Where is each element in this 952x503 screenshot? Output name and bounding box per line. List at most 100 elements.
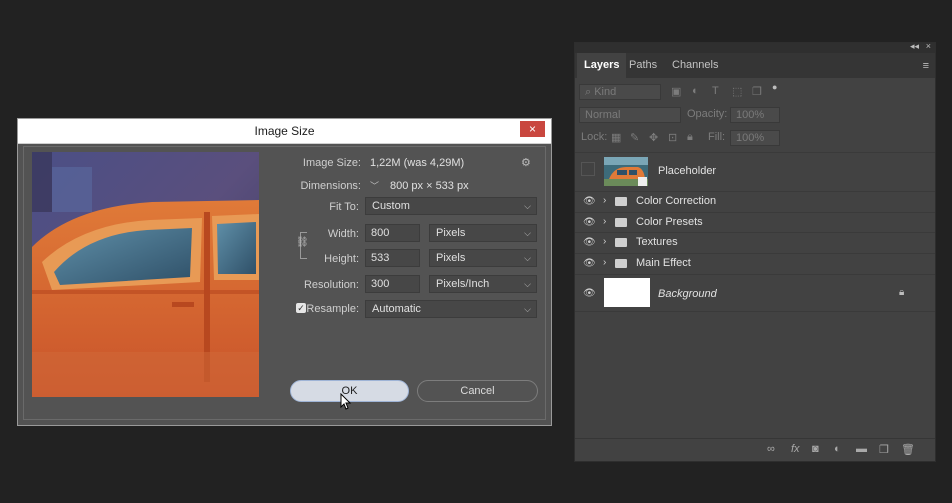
- chevron-right-icon[interactable]: ›: [603, 257, 606, 268]
- folder-icon: [615, 197, 627, 206]
- new-group-icon[interactable]: ▬: [856, 443, 867, 455]
- layers-bottom-toolbar: ∞ fx ◙ ◐ ▬ ❐ 🗑︎: [575, 438, 935, 461]
- lock-image-icon[interactable]: ✎: [630, 131, 639, 144]
- shape-filter-icon[interactable]: ⬚: [732, 85, 742, 98]
- eye-icon[interactable]: 👁︎: [583, 258, 596, 269]
- layer-row-textures[interactable]: 👁︎ › Textures: [575, 232, 935, 253]
- tab-layers[interactable]: Layers: [577, 53, 627, 78]
- cancel-label: Cancel: [460, 385, 495, 397]
- height-unit-value: Pixels: [436, 252, 466, 264]
- mouse-cursor-icon: [340, 393, 352, 410]
- lock-label: Lock:: [581, 131, 608, 143]
- height-input[interactable]: 533: [365, 249, 420, 267]
- fill-input[interactable]: 100%: [730, 130, 780, 146]
- chevron-down-icon: ⌵: [524, 228, 531, 238]
- search-icon: ⌕: [585, 86, 595, 98]
- dialog-title: Image Size: [254, 124, 315, 138]
- filter-kind-select[interactable]: ⌕ Kind: [579, 84, 661, 100]
- lock-artboard-icon[interactable]: ⊡: [668, 131, 677, 144]
- chevron-right-icon[interactable]: ›: [603, 195, 606, 206]
- filter-kind-value: Kind: [594, 86, 617, 98]
- car-preview-image: [32, 152, 259, 397]
- layer-row-color-presets[interactable]: 👁︎ › Color Presets: [575, 212, 935, 233]
- opacity-input[interactable]: 100%: [730, 107, 780, 123]
- width-label: Width:: [327, 228, 359, 240]
- chevron-right-icon[interactable]: ›: [603, 216, 606, 227]
- close-button[interactable]: ×: [520, 121, 545, 137]
- opacity-label: Opacity:: [687, 108, 728, 120]
- dimensions-label: Dimensions:: [300, 180, 361, 192]
- resolution-unit-select[interactable]: Pixels/Inch ⌵: [429, 275, 537, 293]
- image-size-label: Image Size:: [302, 157, 361, 169]
- resample-select[interactable]: Automatic ⌵: [365, 300, 537, 318]
- settings-gear-icon[interactable]: ⚙: [521, 156, 531, 169]
- filter-row: ⌕ Kind ▣ ◐ T ⬚ ❐ ●: [575, 82, 935, 104]
- fit-to-select[interactable]: Custom ⌵: [365, 197, 537, 215]
- resolution-label: Resolution:: [303, 279, 359, 291]
- trash-icon[interactable]: 🗑︎: [901, 443, 915, 456]
- new-layer-icon[interactable]: ❐: [879, 443, 889, 456]
- height-unit-select[interactable]: Pixels ⌵: [429, 249, 537, 267]
- lock-all-icon[interactable]: 🔒︎: [687, 131, 693, 144]
- panel-tabs: Layers Paths Channels ≡: [575, 53, 935, 78]
- layer-row-main-effect[interactable]: 👁︎ › Main Effect: [575, 253, 935, 274]
- lock-transparent-icon[interactable]: ▦: [611, 131, 621, 144]
- fit-to-label: Fit To:: [329, 201, 359, 213]
- layer-name: Background: [658, 288, 717, 300]
- layer-row-background[interactable]: 👁︎ Background 🔒︎: [575, 274, 935, 312]
- chevron-right-icon[interactable]: ›: [603, 236, 606, 247]
- layer-row-color-correction[interactable]: 👁︎ › Color Correction: [575, 191, 935, 212]
- blend-mode-select[interactable]: Normal: [579, 107, 681, 123]
- width-input[interactable]: 800: [365, 224, 420, 242]
- width-unit-value: Pixels: [436, 227, 466, 239]
- resolution-unit-value: Pixels/Inch: [436, 278, 490, 290]
- eye-icon[interactable]: 👁︎: [583, 217, 596, 228]
- image-size-value: 1,22M (was 4,29M): [370, 157, 465, 169]
- tab-channels[interactable]: Channels: [665, 53, 725, 78]
- layer-row-placeholder[interactable]: Placeholder: [575, 152, 935, 189]
- lock-position-icon[interactable]: ✥: [649, 131, 658, 144]
- layer-name: Color Correction: [636, 195, 717, 207]
- image-preview[interactable]: [32, 152, 259, 397]
- folder-icon: [615, 238, 627, 247]
- eye-icon[interactable]: 👁︎: [583, 237, 596, 248]
- layer-mask-icon[interactable]: ◙: [812, 443, 819, 455]
- adjustment-layer-icon[interactable]: ◐: [834, 443, 841, 455]
- visibility-toggle-empty[interactable]: [581, 162, 595, 176]
- fx-icon[interactable]: fx: [791, 443, 800, 455]
- chevron-down-icon: ⌵: [524, 253, 531, 263]
- filter-toggle-icon[interactable]: ●: [772, 82, 777, 92]
- tab-paths[interactable]: Paths: [622, 53, 664, 78]
- fit-to-value: Custom: [372, 200, 410, 212]
- eye-icon[interactable]: 👁︎: [583, 196, 596, 207]
- resample-value: Automatic: [372, 303, 421, 315]
- layer-name: Main Effect: [636, 257, 691, 269]
- resolution-input[interactable]: 300: [365, 275, 420, 293]
- width-unit-select[interactable]: Pixels ⌵: [429, 224, 537, 242]
- pixel-filter-icon[interactable]: ▣: [671, 85, 681, 98]
- blend-row: Normal Opacity: 100%: [575, 105, 935, 127]
- background-thumbnail: [604, 278, 650, 307]
- layer-name: Color Presets: [636, 216, 703, 228]
- folder-icon: [615, 218, 627, 227]
- dialog-titlebar[interactable]: Image Size ×: [18, 119, 551, 144]
- lock-row: Lock: ▦ ✎ ✥ ⊡ 🔒︎ Fill: 100%: [575, 128, 935, 150]
- close-panel-icon[interactable]: ×: [926, 41, 931, 51]
- eye-icon[interactable]: 👁︎: [583, 288, 596, 299]
- type-filter-icon[interactable]: T: [712, 85, 719, 97]
- layer-name: Textures: [636, 236, 678, 248]
- chevron-down-icon: ⌵: [524, 304, 531, 314]
- panel-menu-icon[interactable]: ≡: [923, 60, 929, 72]
- lock-icon: 🔒︎: [899, 287, 905, 298]
- dimensions-value: 800 px × 533 px: [390, 180, 469, 192]
- collapse-panel-icon[interactable]: ◂◂: [910, 41, 919, 52]
- panel-top-strip: ◂◂ ×: [575, 41, 935, 53]
- cancel-button[interactable]: Cancel: [417, 380, 538, 402]
- resample-label: Resample:: [306, 303, 359, 315]
- adjustment-filter-icon[interactable]: ◐: [692, 85, 699, 97]
- height-label: Height:: [324, 253, 359, 265]
- link-layers-icon[interactable]: ∞: [767, 443, 775, 455]
- dimensions-dropdown-icon[interactable]: ﹀: [370, 179, 379, 192]
- layers-panel: ◂◂ × Layers Paths Channels ≡ ⌕ Kind ▣ ◐ …: [574, 41, 936, 462]
- smart-object-filter-icon[interactable]: ❐: [752, 85, 762, 98]
